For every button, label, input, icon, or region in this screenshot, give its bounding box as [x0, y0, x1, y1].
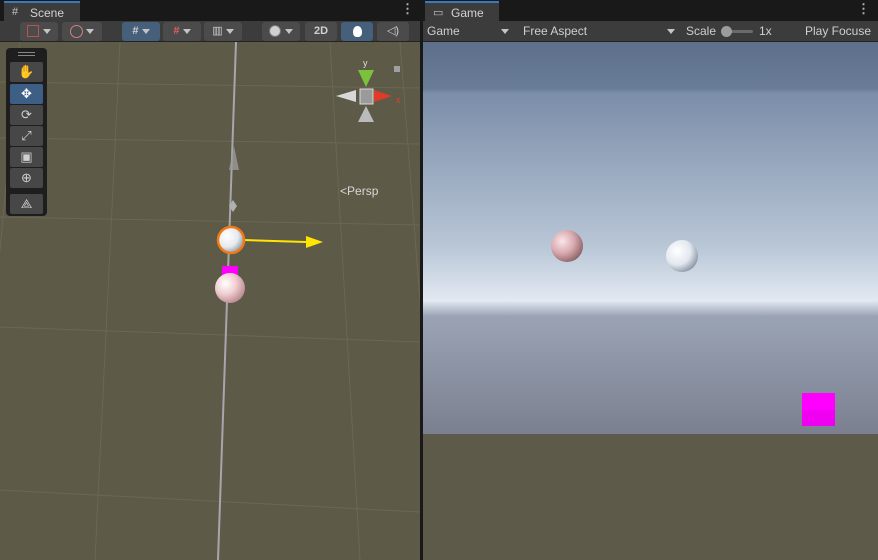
gizmo-neg-x-cone-icon[interactable]	[336, 90, 356, 102]
game-pink-sphere	[551, 230, 583, 262]
scene-panel: # Scene ⋮ # # ▥ 2D ◁) y x <Persp ✋ ✥ ⟳ ⤢…	[0, 0, 420, 560]
globe-icon	[69, 25, 83, 38]
gamepad-icon: ▭	[433, 7, 444, 19]
game-viewport[interactable]	[423, 42, 878, 560]
selected-sphere[interactable]	[216, 225, 246, 255]
chevron-down-icon	[141, 28, 150, 34]
game-white-sphere	[666, 240, 698, 272]
chevron-down-icon	[284, 28, 293, 34]
game-panel: ▭ Game ⋮ Game Free Aspect Scale 1x Play …	[423, 0, 878, 560]
game-canvas	[423, 42, 878, 560]
tab-scene-label: Scene	[30, 6, 65, 20]
audio-icon: ◁)	[386, 25, 400, 37]
lightbulb-icon	[352, 26, 362, 37]
chevron-down-icon	[182, 28, 191, 34]
projection-label: Persp	[347, 184, 379, 198]
chevron-down-icon	[86, 28, 95, 34]
transform-tool-button[interactable]: ⊕	[10, 168, 43, 188]
lighting-toggle[interactable]	[341, 22, 373, 41]
scene-grid	[0, 42, 420, 560]
scene-viewport[interactable]: y x <Persp	[0, 42, 420, 560]
game-tabbar: ▭ Game ⋮	[423, 0, 878, 21]
gizmo-x-cone-icon[interactable]	[374, 90, 392, 102]
game-ground	[423, 434, 878, 560]
aspect-dropdown[interactable]: Free Aspect	[523, 21, 679, 42]
tab-scene[interactable]: # Scene	[4, 1, 80, 21]
tab-game[interactable]: ▭ Game	[425, 1, 499, 21]
y-handle-ghost-icon	[229, 146, 239, 170]
gizmo-lock-icon[interactable]	[394, 66, 400, 72]
scene-tab-menu-icon[interactable]: ⋮	[401, 2, 414, 16]
scale-label: Scale	[686, 24, 717, 38]
hand-tool-button[interactable]: ✋	[10, 62, 43, 82]
grid-dropdown[interactable]: #	[163, 22, 201, 41]
render-sphere-icon	[269, 25, 282, 37]
chevron-down-icon	[42, 28, 51, 34]
increment-snap-icon: ▥	[212, 25, 223, 37]
chevron-down-icon	[501, 29, 509, 34]
audio-toggle[interactable]: ◁)	[377, 22, 409, 41]
hand-icon: ✋	[18, 64, 35, 79]
scale-icon: ⤢	[21, 128, 32, 143]
orientation-dropdown[interactable]	[62, 22, 102, 41]
custom-tool-icon: ⟁	[20, 196, 33, 211]
draw-mode-dropdown[interactable]	[20, 22, 58, 41]
tool-palette: ✋ ✥ ⟳ ⤢ ▣ ⊕ ⟁	[6, 48, 47, 216]
tab-game-label: Game	[451, 6, 484, 20]
gizmo-neg-y-cone-icon[interactable]	[358, 106, 374, 122]
x-arrow-icon[interactable]	[306, 236, 323, 248]
scale-tool-button[interactable]: ⤢	[10, 126, 43, 146]
persp-chevron-icon: <	[340, 184, 348, 198]
move-icon: ✥	[21, 86, 32, 101]
snap-grid-icon: #	[132, 25, 139, 37]
orientation-gizmo[interactable]: y x	[336, 58, 401, 122]
palette-grip-icon[interactable]	[18, 52, 35, 56]
grid-toggle-icon: #	[173, 25, 180, 37]
x-axis-handle[interactable]	[243, 239, 307, 243]
game-sky	[423, 42, 878, 434]
increment-snap-dropdown[interactable]: ▥	[204, 22, 242, 41]
chevron-down-icon	[225, 28, 234, 34]
rotate-icon: ⟳	[21, 107, 32, 122]
gizmo-center-cube[interactable]	[359, 88, 374, 105]
gizmo-y-label: y	[363, 58, 368, 68]
snap-dropdown[interactable]: #	[122, 22, 160, 41]
move-tool-button[interactable]: ✥	[10, 84, 43, 104]
scale-slider-thumb[interactable]	[721, 26, 732, 37]
projection-toggle[interactable]: <Persp	[340, 184, 378, 198]
game-tab-menu-icon[interactable]: ⋮	[857, 2, 870, 16]
game-cube-top	[802, 393, 835, 410]
display-label: Game	[427, 24, 460, 38]
chevron-down-icon	[667, 29, 675, 34]
play-focused-dropdown[interactable]: Play Focuse	[805, 21, 871, 42]
grid-icon: #	[12, 6, 19, 18]
custom-tool-button[interactable]: ⟁	[10, 194, 43, 214]
render-mode-dropdown[interactable]	[262, 22, 300, 41]
game-cube-front	[802, 410, 835, 426]
scale-slider[interactable]	[721, 26, 753, 37]
rect-tool-button[interactable]: ▣	[10, 147, 43, 167]
pink-sphere[interactable]	[215, 273, 245, 303]
play-focused-label: Play Focuse	[805, 24, 872, 38]
scene-toolbar: # # ▥ 2D ◁)	[0, 21, 420, 42]
aspect-label: Free Aspect	[523, 24, 588, 38]
rect-icon: ▣	[20, 149, 33, 164]
game-toolbar: Game Free Aspect Scale 1x Play Focuse	[423, 21, 878, 42]
transform-icon: ⊕	[21, 170, 32, 185]
scene-tabbar: # Scene ⋮	[0, 0, 420, 21]
gizmo-x-label: x	[396, 95, 401, 105]
rotate-tool-button[interactable]: ⟳	[10, 105, 43, 125]
gizmo-y-cone-icon[interactable]	[358, 70, 374, 87]
mode-2d-button[interactable]: 2D	[305, 22, 337, 41]
shaded-icon	[27, 25, 40, 37]
scale-value: 1x	[759, 24, 772, 38]
scene-canvas: y x	[0, 42, 420, 560]
display-dropdown[interactable]: Game	[427, 21, 515, 42]
